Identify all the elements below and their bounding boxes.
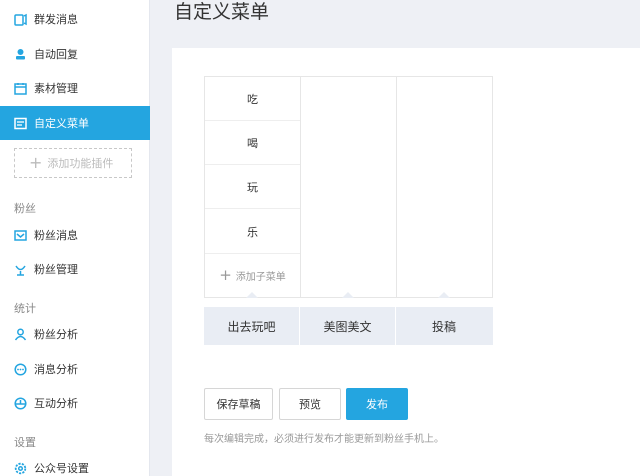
submenu-column-2 <box>301 77 397 297</box>
plus-icon: + <box>29 153 43 172</box>
sidebar-item-label: 消息分析 <box>34 363 78 376</box>
publish-button[interactable]: 发布 <box>346 388 408 420</box>
user-analytics-icon <box>14 328 27 341</box>
message-analytics-icon <box>14 362 27 376</box>
sidebar-item-interaction-analytics[interactable]: 互动分析 <box>0 386 150 420</box>
sidebar-item-broadcast[interactable]: 群发消息 <box>0 2 150 36</box>
sidebar-item-message-analytics[interactable]: 消息分析 <box>0 352 150 386</box>
sidebar-item-label: 粉丝管理 <box>34 263 78 276</box>
sidebar-item-fan-messages[interactable]: 粉丝消息 <box>0 218 150 252</box>
submenu-column-1: 吃 喝 玩 乐 + 添加子菜单 <box>205 77 301 297</box>
caret-icon <box>438 292 450 298</box>
section-label-fans: 粉丝 <box>14 202 36 215</box>
fan-message-icon <box>14 229 27 242</box>
auto-reply-icon <box>14 48 27 61</box>
submenu-column-3 <box>397 77 492 297</box>
sidebar-item-auto-reply[interactable]: 自动回复 <box>0 37 150 71</box>
sidebar-item-label: 自定义菜单 <box>34 117 89 130</box>
sidebar-item-label: 自动回复 <box>34 48 78 61</box>
publish-hint: 每次编辑完成，必须进行发布才能更新到粉丝手机上。 <box>204 434 444 445</box>
sidebar-item-custom-menu[interactable]: 自定义菜单 <box>0 106 150 140</box>
save-draft-button[interactable]: 保存草稿 <box>204 388 273 420</box>
submenu-item[interactable]: 喝 <box>205 121 300 165</box>
top-menu-item[interactable]: 出去玩吧 <box>204 307 300 345</box>
add-submenu-label: 添加子菜单 <box>235 272 286 283</box>
add-plugin-button[interactable]: + 添加功能插件 <box>14 148 132 178</box>
add-submenu-button[interactable]: + 添加子菜单 <box>205 254 300 297</box>
sidebar-item-label: 粉丝消息 <box>34 229 78 242</box>
sidebar-item-label: 互动分析 <box>34 397 78 410</box>
sidebar-item-label: 素材管理 <box>34 82 78 95</box>
section-label-settings: 设置 <box>14 436 36 449</box>
fan-manage-icon <box>14 263 27 276</box>
materials-icon <box>14 82 27 95</box>
plus-icon: + <box>219 266 232 284</box>
caret-icon <box>342 292 354 298</box>
sidebar-item-account-settings[interactable]: 公众号设置 <box>0 451 150 476</box>
submenu-item[interactable]: 吃 <box>205 77 300 121</box>
submenu-item[interactable]: 乐 <box>205 210 300 254</box>
preview-button[interactable]: 预览 <box>279 388 341 420</box>
menu-editor: 吃 喝 玩 乐 + 添加子菜单 <box>204 76 493 298</box>
caret-icon <box>246 292 258 298</box>
top-menu-bar: 出去玩吧 美图美文 投稿 <box>204 307 493 345</box>
interaction-analytics-icon <box>14 396 27 410</box>
submenu-item[interactable]: 玩 <box>205 165 300 209</box>
top-menu-item[interactable]: 美图美文 <box>300 307 396 345</box>
custom-menu-icon <box>14 117 27 130</box>
sidebar-item-materials[interactable]: 素材管理 <box>0 71 150 105</box>
sidebar-item-user-analytics[interactable]: 粉丝分析 <box>0 317 150 351</box>
sidebar-item-label: 粉丝分析 <box>34 328 78 341</box>
broadcast-icon <box>14 13 27 26</box>
top-menu-item[interactable]: 投稿 <box>396 307 492 345</box>
sidebar: 群发消息 自动回复 素材管理 自定义菜单 + 添加功能插件 粉丝 粉丝消息 粉丝… <box>0 0 150 476</box>
add-plugin-label: 添加功能插件 <box>47 157 114 170</box>
page-title: 自定义菜单 <box>174 1 270 23</box>
sidebar-item-fan-manage[interactable]: 粉丝管理 <box>0 252 150 286</box>
sidebar-item-label: 公众号设置 <box>34 462 89 475</box>
sidebar-item-label: 群发消息 <box>34 13 78 26</box>
account-settings-icon <box>14 462 27 475</box>
section-label-statistics: 统计 <box>14 302 36 315</box>
